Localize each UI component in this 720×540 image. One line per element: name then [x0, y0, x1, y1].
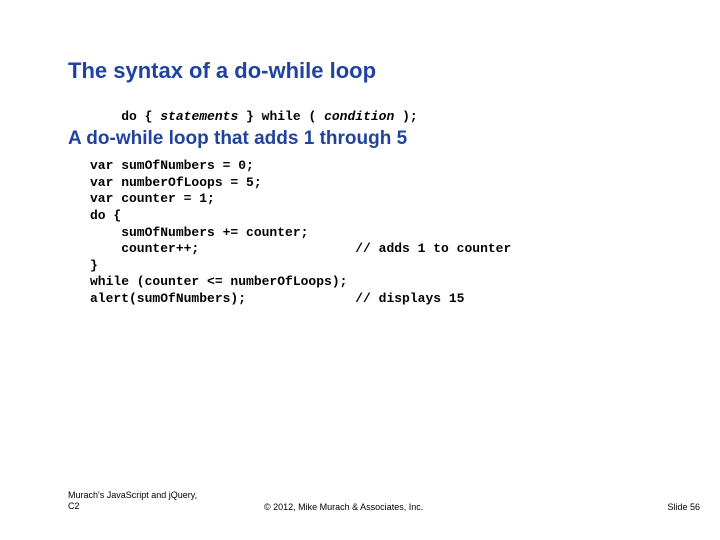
slide-title: The syntax of a do-while loop: [68, 58, 376, 84]
slide-subheading: A do-while loop that adds 1 through 5: [68, 128, 407, 150]
syntax-statements: statements: [160, 109, 238, 124]
footer: Murach's JavaScript and jQuery, C2 © 201…: [68, 490, 700, 512]
syntax-mid: } while (: [238, 109, 324, 124]
syntax-condition: condition: [324, 109, 394, 124]
footer-center: © 2012, Mike Murach & Associates, Inc.: [248, 502, 620, 512]
footer-left-line2: C2: [68, 501, 248, 512]
syntax-end: );: [394, 109, 417, 124]
syntax-do: do {: [121, 109, 160, 124]
slide: The syntax of a do-while loop do { state…: [0, 0, 720, 540]
footer-right: Slide 56: [620, 502, 700, 512]
footer-left-line1: Murach's JavaScript and jQuery,: [68, 490, 248, 501]
footer-left: Murach's JavaScript and jQuery, C2: [68, 490, 248, 512]
example-code: var sumOfNumbers = 0; var numberOfLoops …: [90, 158, 511, 308]
